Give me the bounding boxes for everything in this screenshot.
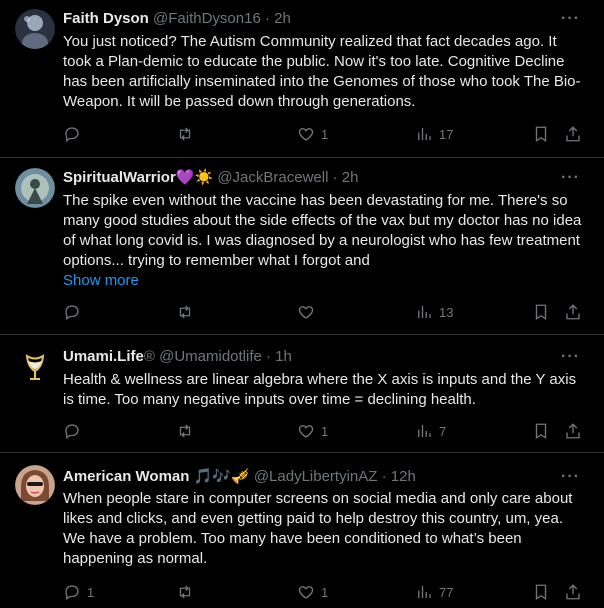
name-emoji: 💜☀️	[175, 169, 214, 186]
bookmark-icon	[535, 126, 547, 143]
display-name[interactable]: American Woman	[63, 468, 189, 485]
view-count: 7	[439, 423, 447, 439]
bookmark-button[interactable]	[532, 582, 550, 602]
like-count: 1	[321, 584, 329, 600]
share-icon	[566, 584, 580, 600]
more-icon[interactable]: ···	[561, 170, 580, 186]
like-button[interactable]: 1	[297, 582, 328, 602]
view-count: 13	[439, 304, 454, 320]
tweet-header: SpiritualWarrior💜☀️ @JackBracewell · 2h	[63, 168, 358, 188]
like-button[interactable]	[297, 302, 321, 322]
more-icon[interactable]: ···	[561, 11, 580, 27]
retweet-icon	[179, 127, 191, 141]
tweet-header: American Woman 🎵🎶🎺 @LadyLibertyinAZ · 12…	[63, 467, 416, 487]
tweet-text: The spike even without the vaccine has b…	[63, 192, 582, 269]
tweet-text: Health & wellness are linear algebra whe…	[63, 371, 577, 408]
like-icon	[298, 306, 314, 319]
more-icon[interactable]: ···	[561, 349, 580, 365]
bookmark-icon	[535, 584, 547, 601]
tweet[interactable]: SpiritualWarrior💜☀️ @JackBracewell · 2h …	[0, 158, 604, 335]
handle-time[interactable]: @Umamidotlife · 1h	[159, 348, 292, 365]
bookmark-button[interactable]	[532, 421, 550, 441]
reply-button[interactable]: 1	[63, 582, 94, 602]
reply-button[interactable]	[63, 421, 87, 441]
like-button[interactable]: 1	[297, 124, 328, 144]
retweet-icon	[179, 585, 191, 599]
tweet-text: When people stare in computer screens on…	[63, 490, 573, 567]
avatar[interactable]	[15, 9, 55, 49]
share-button[interactable]	[564, 124, 582, 144]
retweet-button[interactable]	[176, 302, 200, 322]
reply-icon	[65, 305, 79, 321]
handle-time[interactable]: @LadyLibertyinAZ · 12h	[254, 468, 416, 485]
views-button[interactable]: 77	[415, 582, 453, 602]
avatar[interactable]	[15, 465, 55, 505]
reply-button[interactable]	[63, 302, 87, 322]
views-button[interactable]: 7	[415, 421, 446, 441]
retweet-button[interactable]	[176, 582, 200, 602]
handle-time[interactable]: @JackBracewell · 2h	[217, 169, 358, 186]
reply-button[interactable]	[63, 124, 87, 144]
share-button[interactable]	[564, 421, 582, 441]
views-icon	[418, 586, 431, 598]
action-bar: 13	[63, 302, 588, 322]
name-emoji: 🎵🎶🎺	[193, 468, 250, 485]
like-count: 1	[321, 126, 329, 142]
views-icon	[418, 306, 431, 318]
reply-icon	[65, 127, 79, 143]
bookmark-button[interactable]	[532, 302, 550, 322]
like-icon	[298, 586, 314, 599]
display-name[interactable]: SpiritualWarrior	[63, 169, 176, 186]
like-icon	[298, 425, 314, 438]
like-button[interactable]: 1	[297, 421, 328, 441]
more-icon[interactable]: ···	[561, 469, 580, 485]
tweet[interactable]: Faith Dyson @FaithDyson16 · 2h ··· You j…	[0, 0, 604, 158]
action-bar: 1 17	[63, 124, 588, 144]
retweet-button[interactable]	[176, 421, 200, 441]
display-name[interactable]: Umami.Life	[63, 348, 144, 365]
reply-icon	[65, 585, 79, 601]
avatar[interactable]	[15, 168, 55, 208]
bookmark-button[interactable]	[532, 124, 550, 144]
like-icon	[298, 128, 314, 141]
display-name[interactable]: Faith Dyson	[63, 10, 149, 27]
tweet-header: Umami.Life® @Umamidotlife · 1h	[63, 347, 292, 367]
reply-count: 1	[87, 584, 95, 600]
retweet-button[interactable]	[176, 124, 200, 144]
bookmark-icon	[535, 304, 547, 321]
tweet[interactable]: Umami.Life® @Umamidotlife · 1h ··· Healt…	[0, 335, 604, 453]
avatar[interactable]	[15, 347, 55, 387]
tweet-header: Faith Dyson @FaithDyson16 · 2h	[63, 9, 291, 29]
registered-mark: ®	[143, 348, 155, 365]
retweet-icon	[179, 305, 191, 319]
share-button[interactable]	[564, 302, 582, 322]
view-count: 17	[439, 126, 454, 142]
tweet[interactable]: American Woman 🎵🎶🎺 @LadyLibertyinAZ · 12…	[0, 453, 604, 608]
like-count: 1	[321, 423, 329, 439]
views-button[interactable]: 17	[415, 124, 453, 144]
views-icon	[418, 128, 431, 140]
reply-icon	[65, 424, 79, 440]
share-button[interactable]	[564, 582, 582, 602]
retweet-icon	[179, 424, 191, 438]
view-count: 77	[439, 584, 454, 600]
views-icon	[418, 425, 431, 437]
show-more-link[interactable]: Show more	[63, 271, 139, 291]
share-icon	[566, 304, 580, 320]
action-bar: 1 1 77	[63, 582, 588, 602]
tweet-text: You just noticed? The Autism Community r…	[63, 33, 581, 110]
bookmark-icon	[535, 423, 547, 440]
share-icon	[566, 423, 580, 439]
handle-time[interactable]: @FaithDyson16 · 2h	[153, 10, 291, 27]
action-bar: 1 7	[63, 421, 588, 441]
views-button[interactable]: 13	[415, 302, 453, 322]
share-icon	[566, 126, 580, 142]
